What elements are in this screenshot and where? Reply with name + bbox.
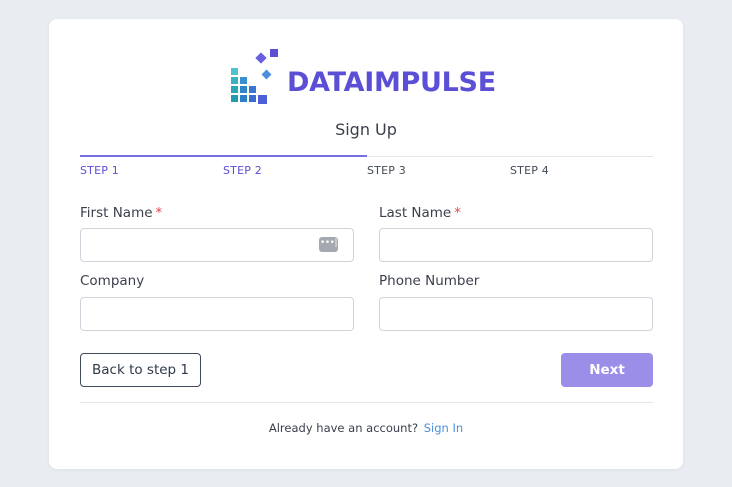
step-2: STEP 2 <box>223 164 262 177</box>
required-marker: * <box>155 205 163 221</box>
password-manager-icon[interactable]: •••| <box>319 237 338 252</box>
back-to-step-1-button[interactable]: Back to step 1 <box>80 353 201 387</box>
last-name-label: Last Name * <box>379 205 461 221</box>
sign-in-link[interactable]: Sign In <box>424 421 463 435</box>
page-title: Sign Up <box>335 120 397 139</box>
first-name-label-text: First Name <box>80 205 153 221</box>
phone-number-input[interactable] <box>379 297 653 331</box>
step-progress-bar <box>80 155 367 157</box>
step-4: STEP 4 <box>510 164 549 177</box>
last-name-label-text: Last Name <box>379 205 452 221</box>
signin-prompt-text: Already have an account? <box>268 421 419 435</box>
signin-prompt: Already have an account? Sign In <box>49 421 683 435</box>
brand-name: DATAIMPULSE <box>287 66 496 98</box>
logo-mark-icon <box>229 47 285 107</box>
company-input[interactable] <box>80 297 354 331</box>
first-name-label: First Name * <box>80 205 162 221</box>
signup-card: DATAIMPULSE Sign Up STEP 1 STEP 2 STEP 3… <box>49 19 683 469</box>
first-name-input[interactable] <box>80 228 354 262</box>
required-marker: * <box>454 205 461 221</box>
next-button[interactable]: Next <box>561 353 653 387</box>
brand-logo: DATAIMPULSE <box>229 47 496 107</box>
step-1: STEP 1 <box>80 164 119 177</box>
divider <box>80 402 653 403</box>
step-3: STEP 3 <box>367 164 406 177</box>
phone-number-label: Phone Number <box>379 273 480 289</box>
step-progress: STEP 1 STEP 2 STEP 3 STEP 4 <box>80 155 653 181</box>
company-label: Company <box>80 273 145 289</box>
last-name-input[interactable] <box>379 228 653 262</box>
